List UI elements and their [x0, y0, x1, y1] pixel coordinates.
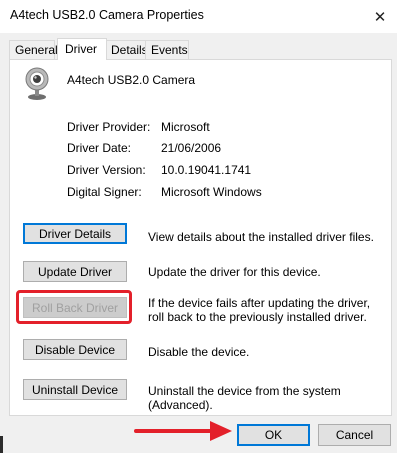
close-icon[interactable]: ✕ [363, 0, 397, 33]
driver-version-label: Driver Version: [67, 163, 146, 177]
driver-provider-label: Driver Provider: [67, 120, 151, 134]
tab-events[interactable]: Events [145, 40, 189, 59]
uninstall-device-button[interactable]: Uninstall Device [23, 379, 127, 400]
ok-button[interactable]: OK [237, 424, 310, 446]
digital-signer-value: Microsoft Windows [161, 185, 262, 199]
driver-provider-value: Microsoft [161, 120, 210, 134]
driver-date-label: Driver Date: [67, 141, 132, 155]
window-title: A4tech USB2.0 Camera Properties [10, 8, 204, 22]
window-edge [0, 436, 3, 453]
tab-general[interactable]: General [9, 40, 58, 59]
driver-details-button[interactable]: Driver Details [23, 223, 127, 244]
cancel-button[interactable]: Cancel [318, 424, 391, 446]
driver-details-description: View details about the installed driver … [148, 230, 374, 244]
uninstall-device-description: Uninstall the device from the system (Ad… [148, 384, 341, 412]
update-driver-description: Update the driver for this device. [148, 265, 321, 279]
driver-version-value: 10.0.19041.1741 [161, 163, 252, 177]
disable-device-description: Disable the device. [148, 345, 250, 359]
webcam-icon [25, 67, 49, 100]
update-driver-button[interactable]: Update Driver [23, 261, 127, 282]
roll-back-driver-button: Roll Back Driver [23, 297, 127, 318]
device-name: A4tech USB2.0 Camera [67, 73, 196, 87]
annotation-arrow-icon [134, 421, 232, 441]
roll-back-driver-description: If the device fails after updating the d… [148, 296, 371, 324]
tab-details[interactable]: Details [105, 40, 148, 59]
digital-signer-label: Digital Signer: [67, 185, 142, 199]
tab-driver[interactable]: Driver [57, 38, 107, 60]
driver-date-value: 21/06/2006 [161, 141, 222, 155]
title-bar: A4tech USB2.0 Camera Properties ✕ [0, 0, 397, 33]
disable-device-button[interactable]: Disable Device [23, 339, 127, 360]
